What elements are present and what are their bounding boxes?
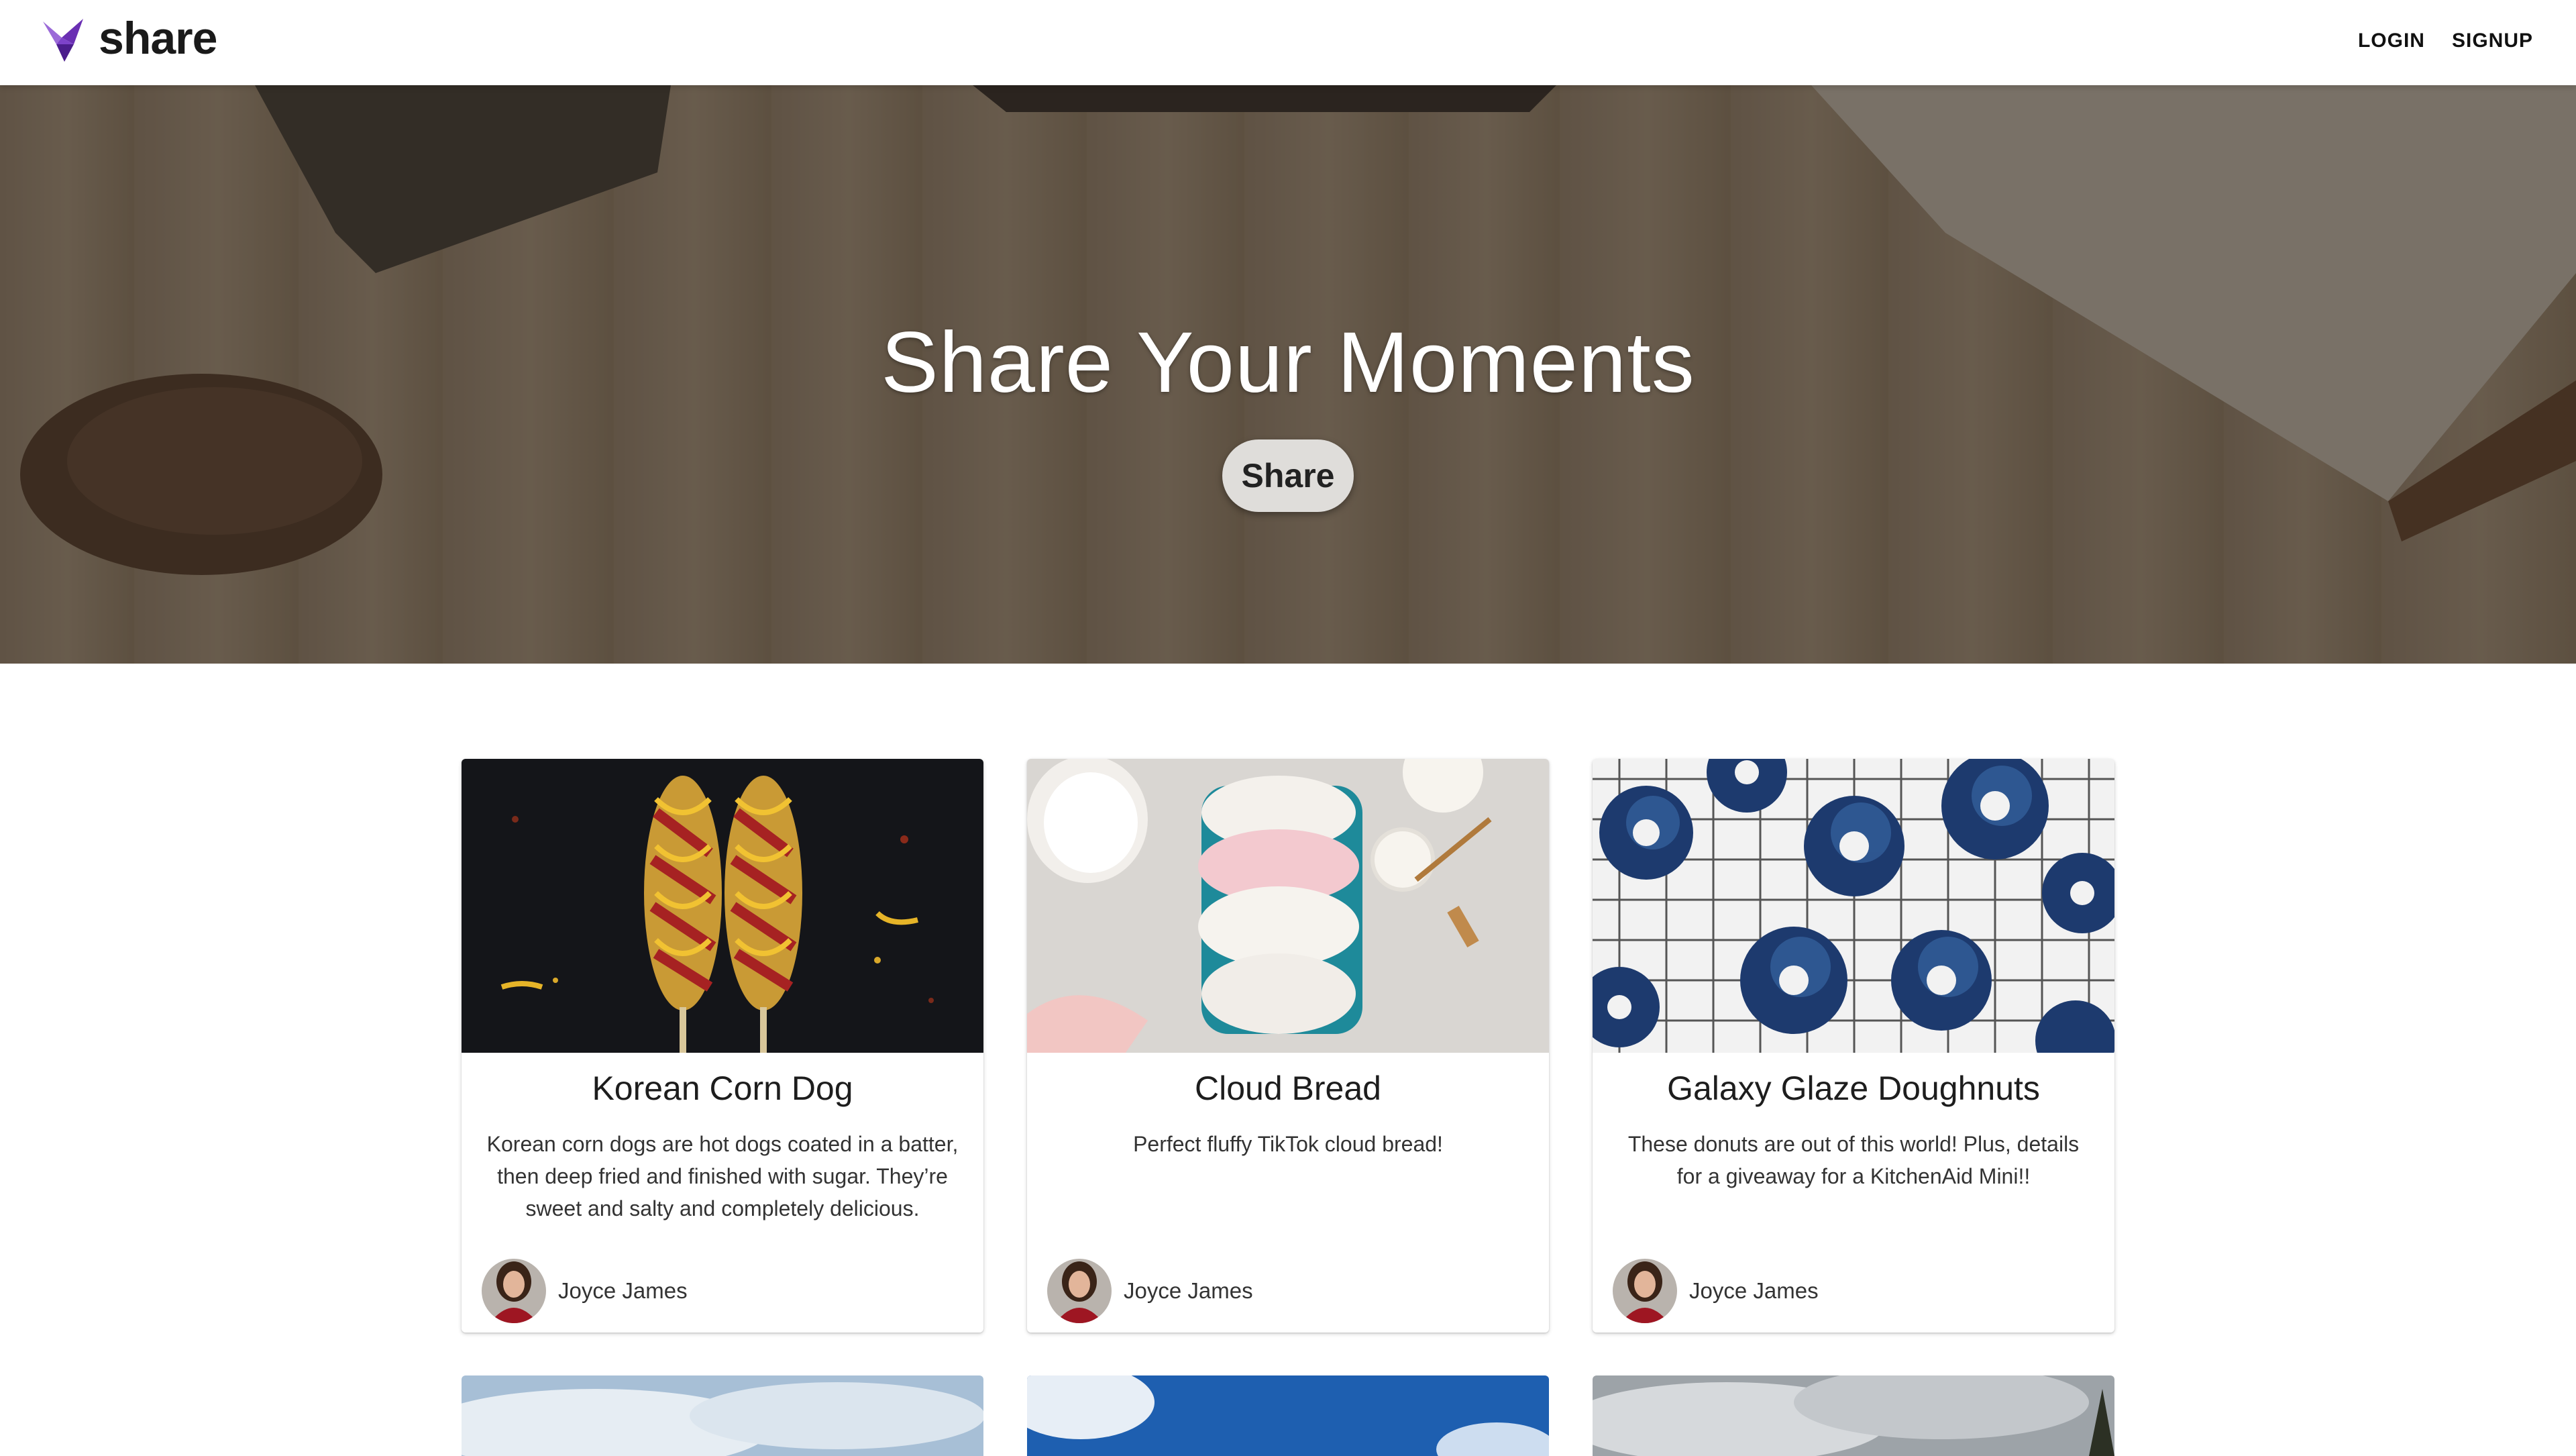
card-author[interactable]: Joyce James [1047,1259,1253,1323]
card-author[interactable]: Joyce James [482,1259,688,1323]
post-card[interactable]: Cloud Bread Perfect fluffy TikTok cloud … [1027,759,1549,1333]
post-card-image[interactable] [1593,1375,2114,1456]
post-card-image[interactable] [462,1375,983,1456]
card-author[interactable]: Joyce James [1613,1259,1819,1323]
card-title: Korean Corn Dog [592,1070,853,1107]
brand-name[interactable]: share [99,12,217,64]
author-name[interactable]: Joyce James [1124,1278,1253,1304]
cloud-bread-photo[interactable] [1027,759,1549,1053]
post-card-image[interactable] [1027,1375,1549,1456]
card-description: Korean corn dogs are hot dogs coated in … [486,1132,959,1220]
card-title: Galaxy Glaze Doughnuts [1667,1070,2040,1107]
card-description: These donuts are out of this world! Plus… [1627,1132,2080,1188]
cloudy-sky-photo [1593,1375,2114,1456]
top-app-bar: share LOGIN SIGNUP [0,0,2576,85]
avatar[interactable] [1047,1259,1112,1323]
hero-title: Share Your Moments [881,315,1695,411]
avatar[interactable] [1613,1259,1677,1323]
doughnuts-photo[interactable] [1593,759,2114,1053]
post-card[interactable]: Korean Corn Dog Korean corn dogs are hot… [462,759,983,1333]
author-name[interactable]: Joyce James [1689,1278,1819,1304]
hero-banner: Share Your Moments Share [0,85,2576,664]
post-card[interactable]: Galaxy Glaze Doughnuts These donuts are … [1593,759,2114,1333]
sky-photo [462,1375,983,1456]
corn-dog-photo[interactable] [462,759,983,1053]
signup-link[interactable]: SIGNUP [2452,30,2533,52]
blue-sky-photo [1027,1375,1549,1456]
author-name[interactable]: Joyce James [558,1278,688,1304]
nav-links: LOGIN SIGNUP [2358,30,2533,52]
card-description: Perfect fluffy TikTok cloud bread! [1133,1132,1443,1156]
bird-logo-icon[interactable] [42,17,89,64]
share-button[interactable]: Share [1222,439,1354,512]
avatar[interactable] [482,1259,546,1323]
login-link[interactable]: LOGIN [2358,30,2425,52]
card-title: Cloud Bread [1195,1070,1381,1107]
